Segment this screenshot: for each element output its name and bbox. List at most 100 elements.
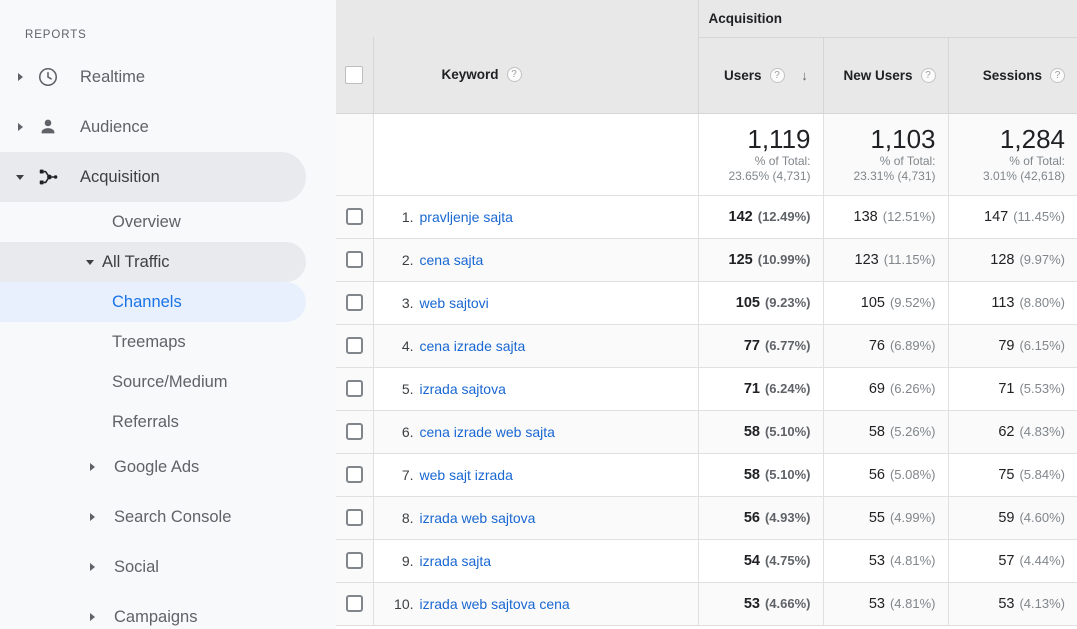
sessions-cell: 79 (6.15%) <box>947 324 1077 368</box>
totals-new-users-cell: 1,103 % of Total: 23.31% (4,731) <box>822 113 948 196</box>
new-users-cell: 53 (4.81%) <box>822 582 948 626</box>
chevron-right-icon[interactable] <box>80 613 104 621</box>
sessions-value: 75 <box>998 466 1015 483</box>
new-users-column-header[interactable]: New Users ? <box>822 37 948 114</box>
keyword-link[interactable]: izrada web sajtova cena <box>420 596 570 612</box>
table-row: 2. cena sajta 125 (10.99%) 123 (11.15%) 128 (9.… <box>336 238 1077 282</box>
table-row: 10. izrada web sajtova cena 53 (4.66%) 53 (4.… <box>336 582 1077 626</box>
keyword-link[interactable]: web sajt izrada <box>420 467 513 483</box>
users-cell: 54 (4.75%) <box>697 539 823 583</box>
totals-checkbox-cell <box>336 113 373 196</box>
row-checkbox-cell[interactable] <box>336 539 373 583</box>
row-checkbox-cell[interactable] <box>336 238 373 282</box>
chevron-right-icon[interactable] <box>8 123 32 131</box>
keyword-link[interactable]: izrada sajtova <box>420 381 506 397</box>
reports-sidebar: REPORTS Realtime Audience Acquisition Overv… <box>0 0 336 629</box>
totals-sessions-detail: 3.01% (42,618) <box>982 169 1065 183</box>
sidebar-item-label: Search Console <box>114 507 232 526</box>
users-value: 125 <box>728 251 753 268</box>
row-checkbox-cell[interactable] <box>336 410 373 454</box>
users-value: 105 <box>735 294 760 311</box>
row-checkbox[interactable] <box>345 380 363 398</box>
keyword-link[interactable]: pravljenje sajta <box>420 209 513 225</box>
sidebar-item-label: Referrals <box>112 412 179 431</box>
sort-descending-arrow-icon[interactable]: ↓ <box>799 68 811 83</box>
row-checkbox[interactable] <box>345 509 363 527</box>
chevron-right-icon[interactable] <box>8 73 32 81</box>
table-group-header-row: Acquisition <box>336 0 1077 38</box>
row-checkbox-cell[interactable] <box>336 496 373 540</box>
totals-sessions-cell: 1,284 % of Total: 3.01% (42,618) <box>947 113 1077 196</box>
keyword-link[interactable]: web sajtovi <box>420 295 489 311</box>
row-checkbox[interactable] <box>345 423 363 441</box>
sidebar-item-audience[interactable]: Audience <box>0 102 306 152</box>
row-index: 3. <box>401 294 414 311</box>
help-icon[interactable]: ? <box>506 67 522 83</box>
help-icon[interactable]: ? <box>769 67 785 83</box>
chevron-right-icon[interactable] <box>80 463 104 471</box>
row-checkbox-cell[interactable] <box>336 453 373 497</box>
sessions-cell: 57 (4.44%) <box>947 539 1077 583</box>
table-row: 4. cena izrade sajta 77 (6.77%) 76 (6.89%) 79(… <box>336 324 1077 368</box>
row-checkbox-cell[interactable] <box>336 367 373 411</box>
keyword-column-header[interactable]: Keyword ? <box>372 37 698 114</box>
chevron-right-icon[interactable] <box>80 563 104 571</box>
row-checkbox[interactable] <box>345 466 363 484</box>
users-column-header[interactable]: Users ? ↓ <box>697 37 823 114</box>
row-checkbox[interactable] <box>345 595 363 613</box>
new-users-percent: (4.81%) <box>889 552 936 568</box>
sidebar-item-google-ads[interactable]: Google Ads <box>0 442 306 492</box>
row-checkbox-cell[interactable] <box>336 324 373 368</box>
row-checkbox[interactable] <box>345 552 363 570</box>
sidebar-item-social[interactable]: Social <box>0 542 306 592</box>
sidebar-item-acquisition[interactable]: Acquisition <box>0 152 306 202</box>
select-all-checkbox-cell[interactable] <box>336 37 373 114</box>
row-index: 7. <box>401 466 414 483</box>
row-checkbox[interactable] <box>345 251 363 269</box>
row-index: 8. <box>401 509 414 526</box>
chevron-down-icon[interactable] <box>78 259 102 265</box>
help-icon[interactable]: ? <box>920 67 936 83</box>
keyword-link[interactable]: cena izrade sajta <box>420 338 526 354</box>
keyword-cell: 3. web sajtovi <box>372 281 698 325</box>
sidebar-item-campaigns[interactable]: Campaigns <box>0 592 306 629</box>
row-checkbox[interactable] <box>345 208 363 226</box>
new-users-percent: (9.52%) <box>889 294 936 310</box>
table-row: 9. izrada sajta 54 (4.75%) 53 (4.81%) 57 (4.44%… <box>336 539 1077 583</box>
sidebar-item-all-traffic[interactable]: All Traffic <box>0 242 306 282</box>
row-checkbox-cell[interactable] <box>336 582 373 626</box>
select-all-checkbox[interactable] <box>345 65 364 84</box>
sidebar-item-treemaps[interactable]: Treemaps <box>0 322 306 362</box>
table-totals-row: 1,119 % of Total: 23.65% (4,731) 1,103 %… <box>336 113 1077 196</box>
sidebar-item-label: All Traffic <box>102 252 170 271</box>
sidebar-item-overview[interactable]: Overview <box>0 202 306 242</box>
row-checkbox[interactable] <box>345 337 363 355</box>
keyword-cell: 5. izrada sajtova <box>372 367 698 411</box>
row-checkbox-cell[interactable] <box>336 195 373 239</box>
row-index: 6. <box>401 423 414 440</box>
keyword-cell: 9. izrada sajta <box>372 539 698 583</box>
sidebar-item-search-console[interactable]: Search Console <box>0 492 306 542</box>
new-users-value: 105 <box>860 294 885 311</box>
row-checkbox[interactable] <box>345 294 363 312</box>
help-icon[interactable]: ? <box>1050 67 1065 83</box>
chevron-right-icon[interactable] <box>80 513 104 521</box>
sidebar-item-channels[interactable]: Channels <box>0 282 306 322</box>
sessions-column-header[interactable]: Sessions ? <box>947 37 1077 114</box>
new-users-cell: 69 (6.26%) <box>822 367 948 411</box>
sidebar-item-realtime[interactable]: Realtime <box>0 52 306 102</box>
keyword-link[interactable]: cena sajta <box>420 252 484 268</box>
keyword-link[interactable]: izrada sajta <box>420 553 492 569</box>
keyword-link[interactable]: cena izrade web sajta <box>420 424 555 440</box>
chevron-down-icon[interactable] <box>8 174 32 180</box>
totals-new-users-value: 1,103 <box>870 124 936 154</box>
users-value: 71 <box>743 380 760 397</box>
keyword-link[interactable]: izrada web sajtova <box>420 510 536 526</box>
users-value: 58 <box>743 466 760 483</box>
new-users-percent: (6.26%) <box>889 380 936 396</box>
sidebar-item-referrals[interactable]: Referrals <box>0 402 306 442</box>
sidebar-item-source-medium[interactable]: Source/Medium <box>0 362 306 402</box>
row-checkbox-cell[interactable] <box>336 281 373 325</box>
sidebar-item-label: Audience <box>80 117 149 136</box>
sidebar-item-label: Realtime <box>80 67 146 86</box>
